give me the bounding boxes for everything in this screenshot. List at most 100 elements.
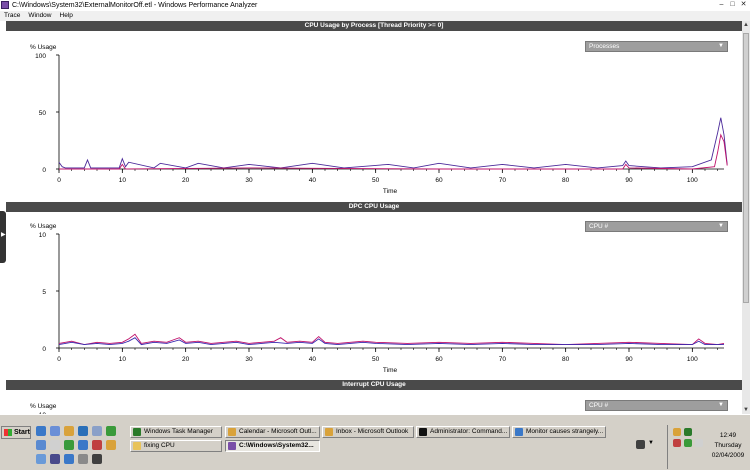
y-tick-label: 50: [39, 110, 47, 117]
clock-time: 12:49: [719, 432, 737, 439]
scroll-up-icon[interactable]: ▲: [742, 21, 750, 29]
x-tick-label: 100: [687, 177, 698, 184]
taskbar-button-label: fixing CPU: [144, 442, 175, 449]
x-tick-label: 40: [309, 177, 317, 184]
folder-icon: [133, 442, 141, 450]
calc-icon[interactable]: [50, 440, 60, 450]
x-tick-label: 20: [182, 177, 190, 184]
menu-help[interactable]: Help: [60, 11, 73, 21]
excel-icon[interactable]: [64, 440, 74, 450]
start-button[interactable]: Start: [1, 426, 31, 439]
x-tick-label: 0: [57, 177, 61, 184]
cpu-usage-chart: % Usage 100 50 0 Time 0 10 20 30 40 50 60 70 80 9…: [30, 44, 728, 195]
menu-bar: Trace Window Help: [0, 11, 750, 21]
folder-icon[interactable]: [64, 426, 74, 436]
vertical-scrollbar[interactable]: ▲ ▼: [742, 21, 750, 414]
taskbar-calendar[interactable]: Calendar - Microsoft Outl...: [225, 426, 320, 438]
panel-title: CPU Usage by Process [Thread Priority >=…: [6, 21, 742, 31]
y-axis-label: % Usage: [30, 403, 57, 410]
vs-icon[interactable]: [50, 454, 60, 464]
tools-icon[interactable]: [78, 454, 88, 464]
x-tick-label: 50: [372, 356, 380, 363]
media-icon[interactable]: [78, 426, 88, 436]
x-tick-label: 60: [435, 177, 443, 184]
messenger-icon[interactable]: [64, 454, 74, 464]
x-tick-label: 10: [119, 356, 127, 363]
scrollbar-thumb[interactable]: [743, 33, 749, 303]
keyboard-icon[interactable]: [636, 440, 645, 449]
panel-title: Interrupt CPU Usage: [6, 380, 742, 390]
panel-dpc-cpu-usage: DPC CPU Usage CPU # ▼ % Usage 10 5 0 Tim…: [6, 202, 742, 377]
main-content: ▶ CPU Usage by Process [Thread Priority …: [0, 21, 742, 414]
menu-window[interactable]: Window: [28, 11, 51, 21]
panel-cpu-usage-by-process: CPU Usage by Process [Thread Priority >=…: [6, 21, 742, 201]
x-tick-label: 70: [499, 356, 507, 363]
tray-volume-icon[interactable]: [695, 439, 703, 447]
taskbar-inbox[interactable]: Inbox - Microsoft Outlook: [322, 426, 414, 438]
powerpoint-icon[interactable]: [92, 440, 102, 450]
tray-security-icon[interactable]: [673, 439, 681, 447]
x-tick-label: 30: [245, 177, 253, 184]
explorer-icon[interactable]: [50, 426, 60, 436]
clock[interactable]: 12:49 Thursday 02/04/2009: [708, 431, 748, 461]
menu-trace[interactable]: Trace: [4, 11, 20, 21]
window-title: C:\Windows\System32\ExternalMonitorOff.e…: [12, 2, 258, 9]
word-icon[interactable]: [78, 440, 88, 450]
taskbar-browser[interactable]: Monitor causes strangely...: [512, 426, 606, 438]
browser-icon: [515, 428, 523, 436]
start-label: Start: [14, 429, 30, 436]
x-tick-label: 20: [182, 356, 190, 363]
tray-network-icon[interactable]: [684, 439, 692, 447]
y-tick-label: 5: [42, 289, 46, 296]
clock-day: Thursday: [714, 442, 742, 449]
x-tick-label: 80: [562, 177, 570, 184]
chrome-icon[interactable]: [106, 426, 116, 436]
maximize-icon[interactable]: □: [728, 1, 737, 9]
expand-arrow-icon: ▶: [1, 232, 6, 238]
network-icon[interactable]: [92, 426, 102, 436]
x-tick-label: 30: [245, 356, 253, 363]
x-tick-label: 90: [625, 356, 633, 363]
taskbar-button-label: Administrator: Command...: [430, 428, 508, 435]
y-tick-label: 100: [35, 53, 46, 60]
taskbar-fixing-cpu[interactable]: fixing CPU: [130, 440, 222, 452]
terminal-icon[interactable]: [92, 454, 102, 464]
x-tick-label: 40: [309, 356, 317, 363]
x-tick-label: 90: [625, 177, 633, 184]
series-line: [58, 117, 728, 169]
scroll-down-icon[interactable]: ▼: [742, 406, 750, 414]
clock-date: 02/04/2009: [711, 452, 745, 459]
task-manager-icon: [133, 428, 141, 436]
interrupt-usage-chart: % Usage 10: [30, 403, 57, 414]
remote-icon[interactable]: [36, 454, 46, 464]
tray-outlook-icon[interactable]: [673, 428, 681, 436]
x-tick-label: 80: [562, 356, 570, 363]
panel-title: DPC CPU Usage: [6, 202, 742, 212]
x-tick-label: 60: [435, 356, 443, 363]
taskbar-command-prompt[interactable]: Administrator: Command...: [416, 426, 510, 438]
ie-icon[interactable]: [36, 426, 46, 436]
y-axis-label: % Usage: [30, 223, 57, 230]
x-tick-label: 0: [57, 356, 61, 363]
x-axis-label: Time: [383, 188, 398, 195]
command-prompt-icon: [419, 428, 427, 436]
desktop-icon[interactable]: [36, 440, 46, 450]
minimize-icon[interactable]: –: [717, 1, 726, 9]
taskbar-button-label: Monitor causes strangely...: [526, 428, 604, 435]
close-icon[interactable]: ✕: [739, 1, 748, 9]
x-axis-label: Time: [383, 367, 398, 374]
tray-task-manager-icon[interactable]: [684, 428, 692, 436]
outlook-icon[interactable]: [106, 440, 116, 450]
x-tick-label: 70: [499, 177, 507, 184]
taskbar-performance-analyzer[interactable]: C:\Windows\System32...: [225, 440, 320, 452]
y-tick-label: 0: [42, 167, 46, 174]
outlook-icon: [325, 428, 333, 436]
taskbar-button-label: Calendar - Microsoft Outl...: [239, 428, 317, 435]
taskbar-task-manager[interactable]: Windows Task Manager: [130, 426, 222, 438]
calendar-icon: [228, 428, 236, 436]
app-icon: [1, 1, 9, 9]
windows-flag-icon: [4, 429, 12, 436]
y-axis-label: % Usage: [30, 44, 57, 51]
tray-expand-icon[interactable]: ▼: [648, 440, 654, 446]
dpc-usage-chart: % Usage 10 5 0 Time 0 10 20 30 40 50 60 70 80 90 1…: [30, 223, 725, 374]
